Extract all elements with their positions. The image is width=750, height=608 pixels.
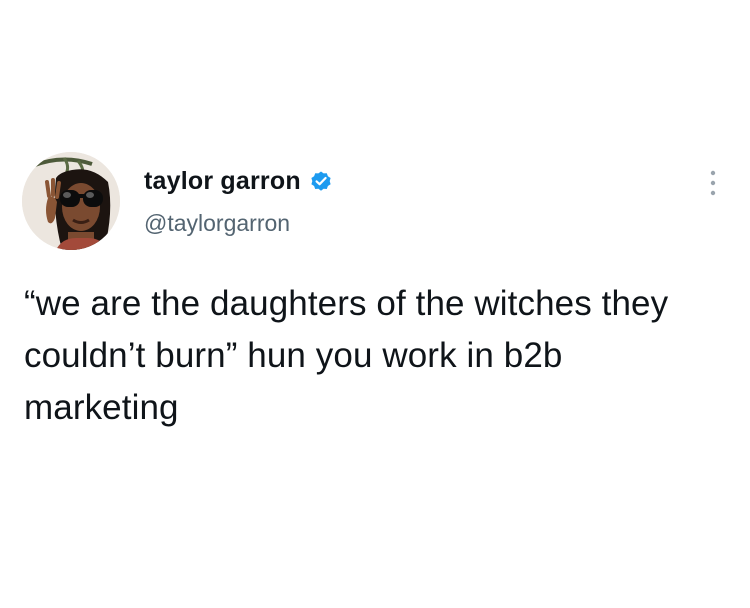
- tweet-text: “we are the daughters of the witches the…: [24, 284, 669, 427]
- avatar[interactable]: [22, 152, 120, 250]
- profile-photo-icon: [22, 152, 120, 250]
- more-options-icon[interactable]: [703, 167, 723, 199]
- author-display-name[interactable]: taylor garron: [144, 167, 301, 196]
- tweet: taylor garron @taylorgarron “we are the …: [0, 0, 750, 608]
- verified-badge-icon: [311, 171, 331, 191]
- author-handle[interactable]: @taylorgarron: [144, 210, 290, 237]
- author-name-row: taylor garron: [144, 165, 333, 197]
